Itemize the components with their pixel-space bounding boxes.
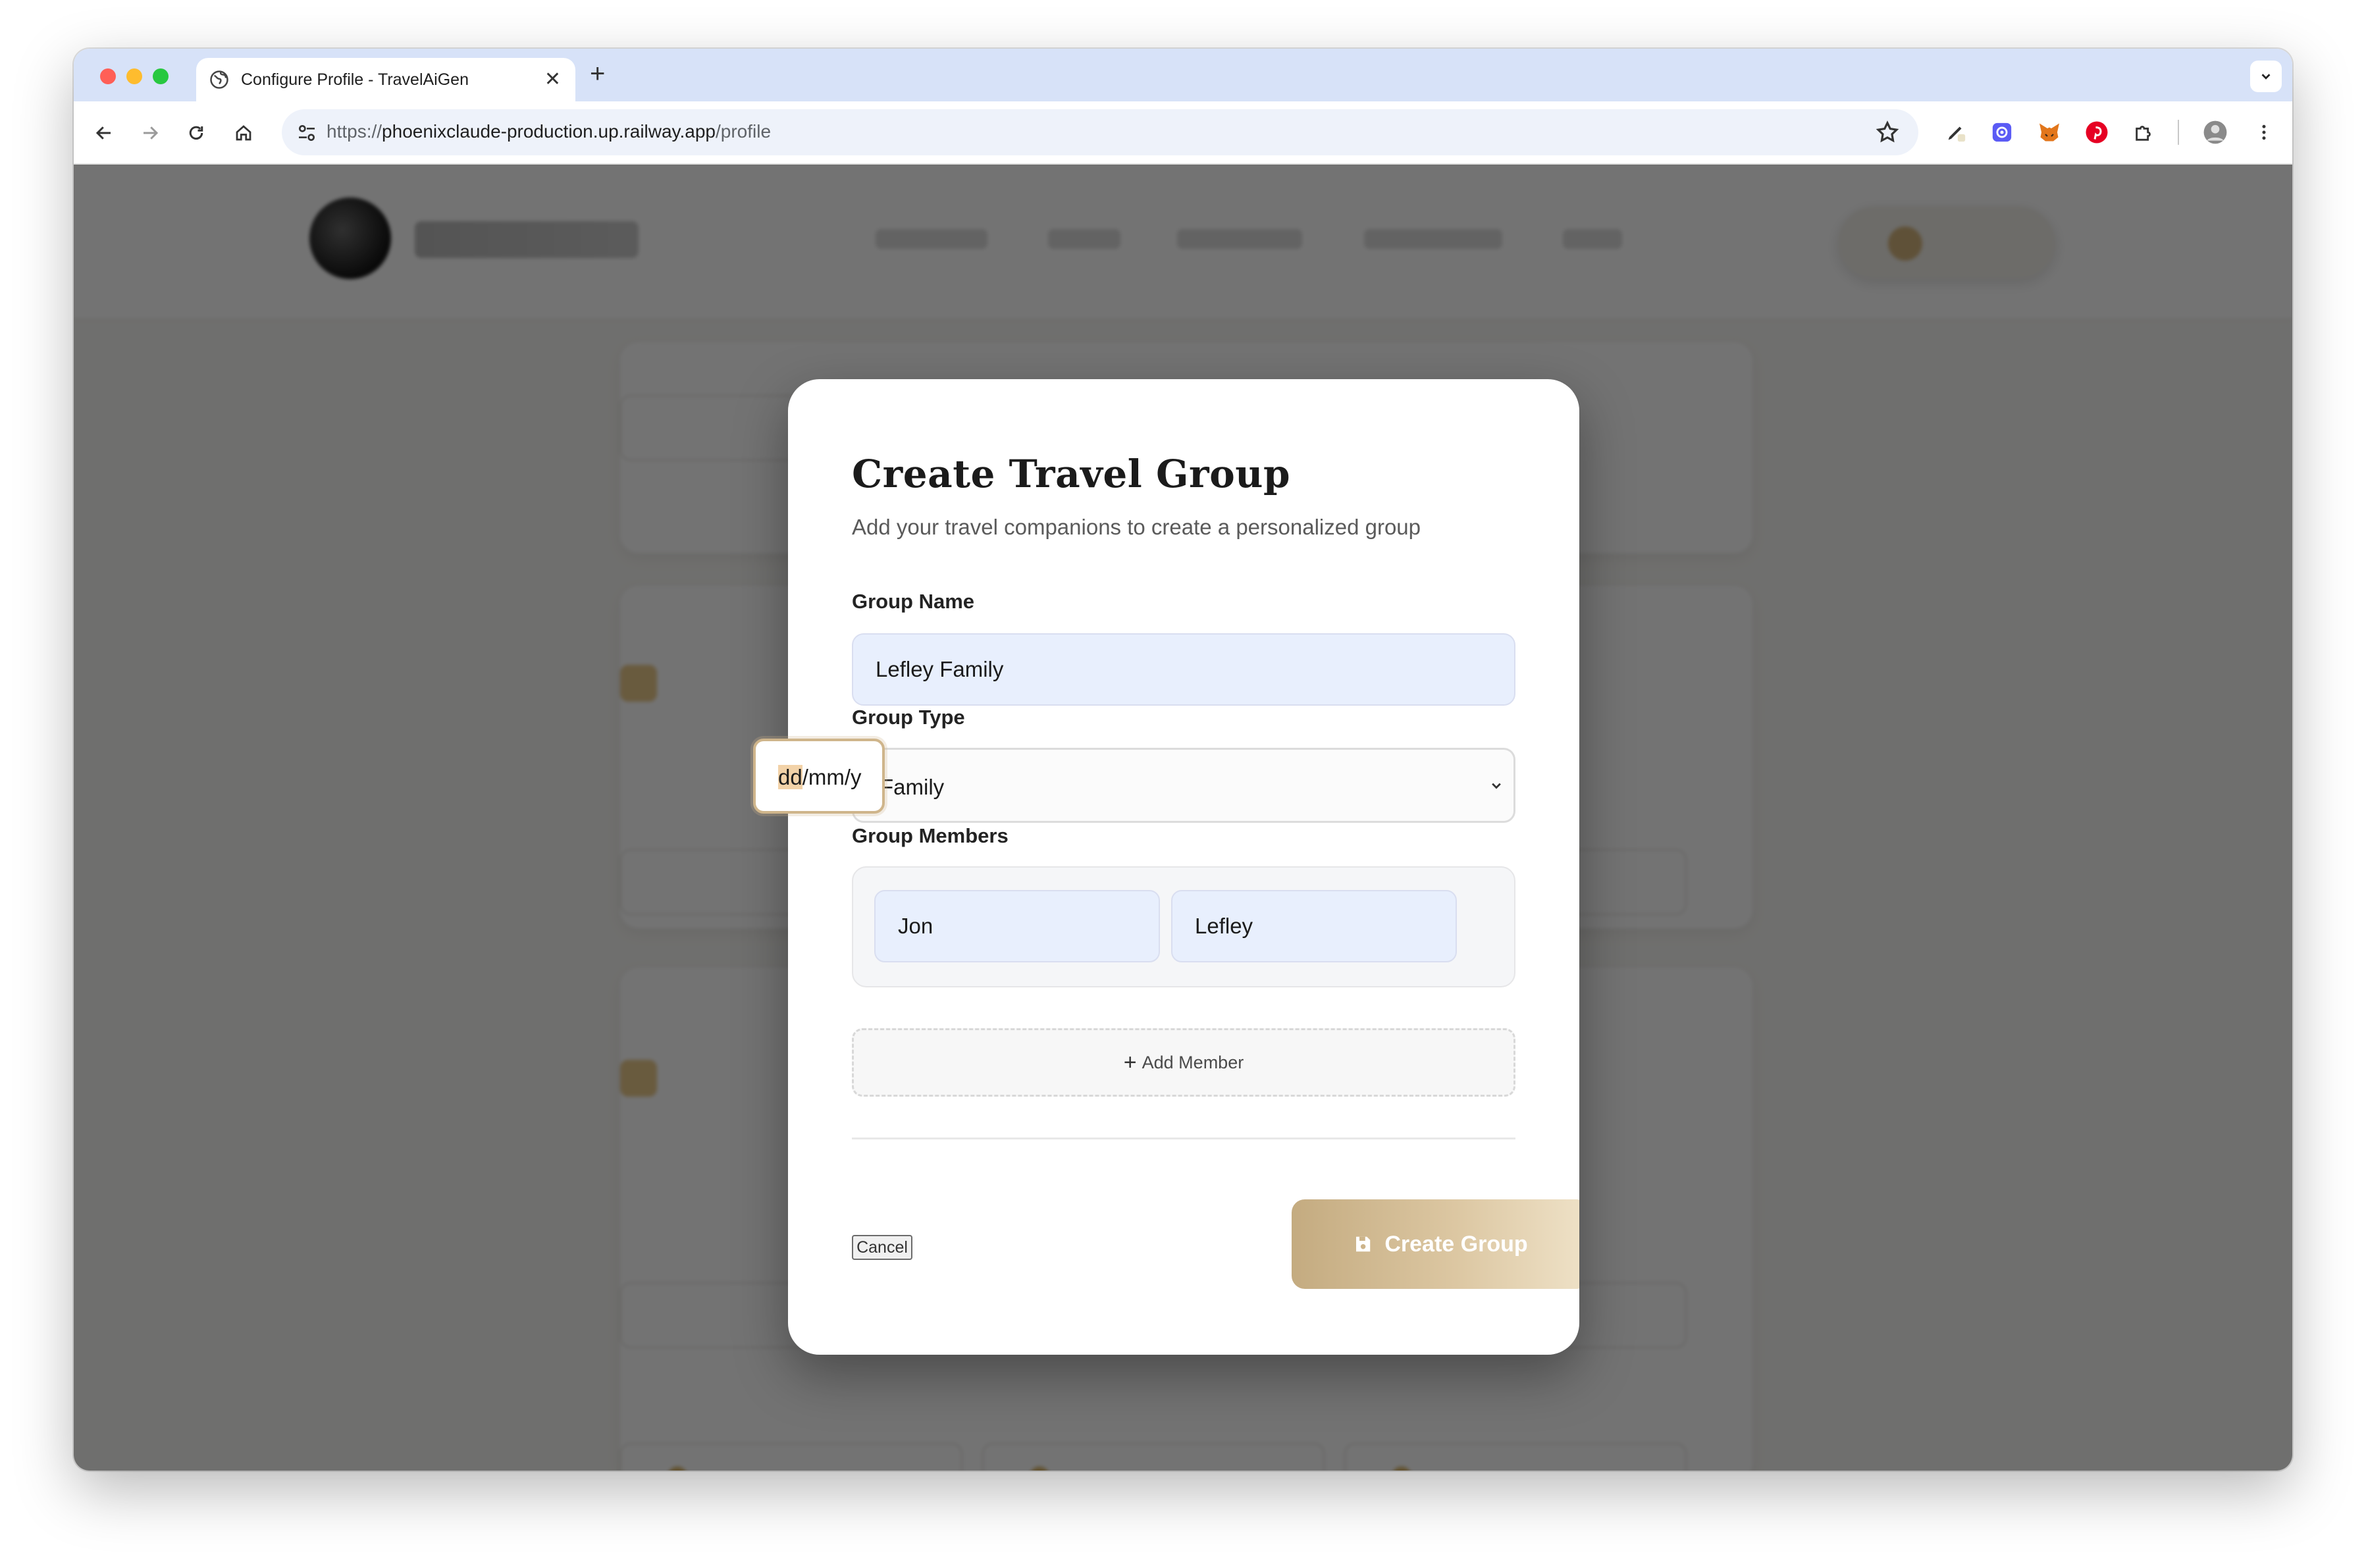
member-first-name-input[interactable]: Jon [874, 890, 1160, 962]
reload-icon[interactable] [182, 118, 211, 147]
group-name-input[interactable] [852, 633, 1515, 706]
plus-icon[interactable]: + [590, 61, 605, 87]
ai-extension-icon[interactable] [1987, 117, 2017, 147]
bookmark-star-icon[interactable] [1875, 120, 1900, 145]
browser-toolbar: https://phoenixclaude-production.up.rail… [74, 101, 2292, 165]
group-type-select[interactable]: Family [852, 748, 1515, 823]
create-group-button[interactable]: Create Group [1292, 1199, 1579, 1289]
group-type-value: Family [880, 775, 945, 799]
tab-search-button[interactable] [2250, 61, 2282, 92]
cancel-button[interactable]: Cancel [852, 1235, 912, 1260]
add-member-label: Add Member [1142, 1052, 1244, 1072]
chevron-down-icon [1492, 783, 1501, 789]
address-bar[interactable]: https://phoenixclaude-production.up.rail… [282, 109, 1918, 155]
modal-subtitle: Add your travel companions to create a p… [852, 515, 1421, 539]
modal-title: Create Travel Group [852, 452, 1290, 496]
group-type-label: Group Type [852, 706, 965, 729]
home-icon[interactable] [229, 118, 258, 147]
member-last-name-input[interactable]: Lefley [1171, 890, 1457, 962]
member-dob-input[interactable]: dd/mm/y [753, 739, 885, 814]
add-member-button[interactable]: + Add Member [852, 1028, 1515, 1097]
member-row: Jon Lefley [852, 866, 1515, 987]
close-icon[interactable]: ✕ [544, 70, 561, 90]
browser-window: Configure Profile - TravelAiGen ✕ + http… [74, 49, 2292, 1471]
group-members-label: Group Members [852, 824, 1009, 847]
create-group-modal: Create Travel Group Add your travel comp… [788, 379, 1579, 1355]
modal-divider [852, 1137, 1515, 1139]
site-settings-icon[interactable] [296, 122, 317, 144]
toolbar-separator [2178, 120, 2179, 145]
page-viewport: Create Travel Group Add your travel comp… [74, 165, 2292, 1471]
save-icon [1356, 1236, 1371, 1252]
maximize-window-button[interactable] [153, 68, 169, 84]
minimize-window-button[interactable] [126, 68, 142, 84]
globe-icon [210, 70, 228, 89]
close-window-button[interactable] [100, 68, 116, 84]
plus-icon: + [1123, 1050, 1137, 1075]
kebab-menu-icon[interactable] [2249, 117, 2279, 147]
tab-strip: Configure Profile - TravelAiGen ✕ + [74, 49, 2292, 101]
chevron-down-icon [2261, 74, 2271, 80]
profile-avatar-icon[interactable] [2200, 117, 2230, 147]
pinterest-icon[interactable] [2082, 117, 2112, 147]
metamask-fox-icon[interactable] [2034, 117, 2064, 147]
back-arrow-icon[interactable] [90, 118, 118, 147]
tab-title: Configure Profile - TravelAiGen [241, 70, 469, 89]
forward-arrow-icon[interactable] [136, 118, 165, 147]
url-text: https://phoenixclaude-production.up.rail… [327, 121, 772, 142]
group-name-label: Group Name [852, 590, 975, 613]
browser-tab-active[interactable]: Configure Profile - TravelAiGen ✕ [196, 58, 575, 101]
pen-extension-icon[interactable] [1941, 117, 1971, 147]
puzzle-extensions-icon[interactable] [2129, 117, 2159, 147]
